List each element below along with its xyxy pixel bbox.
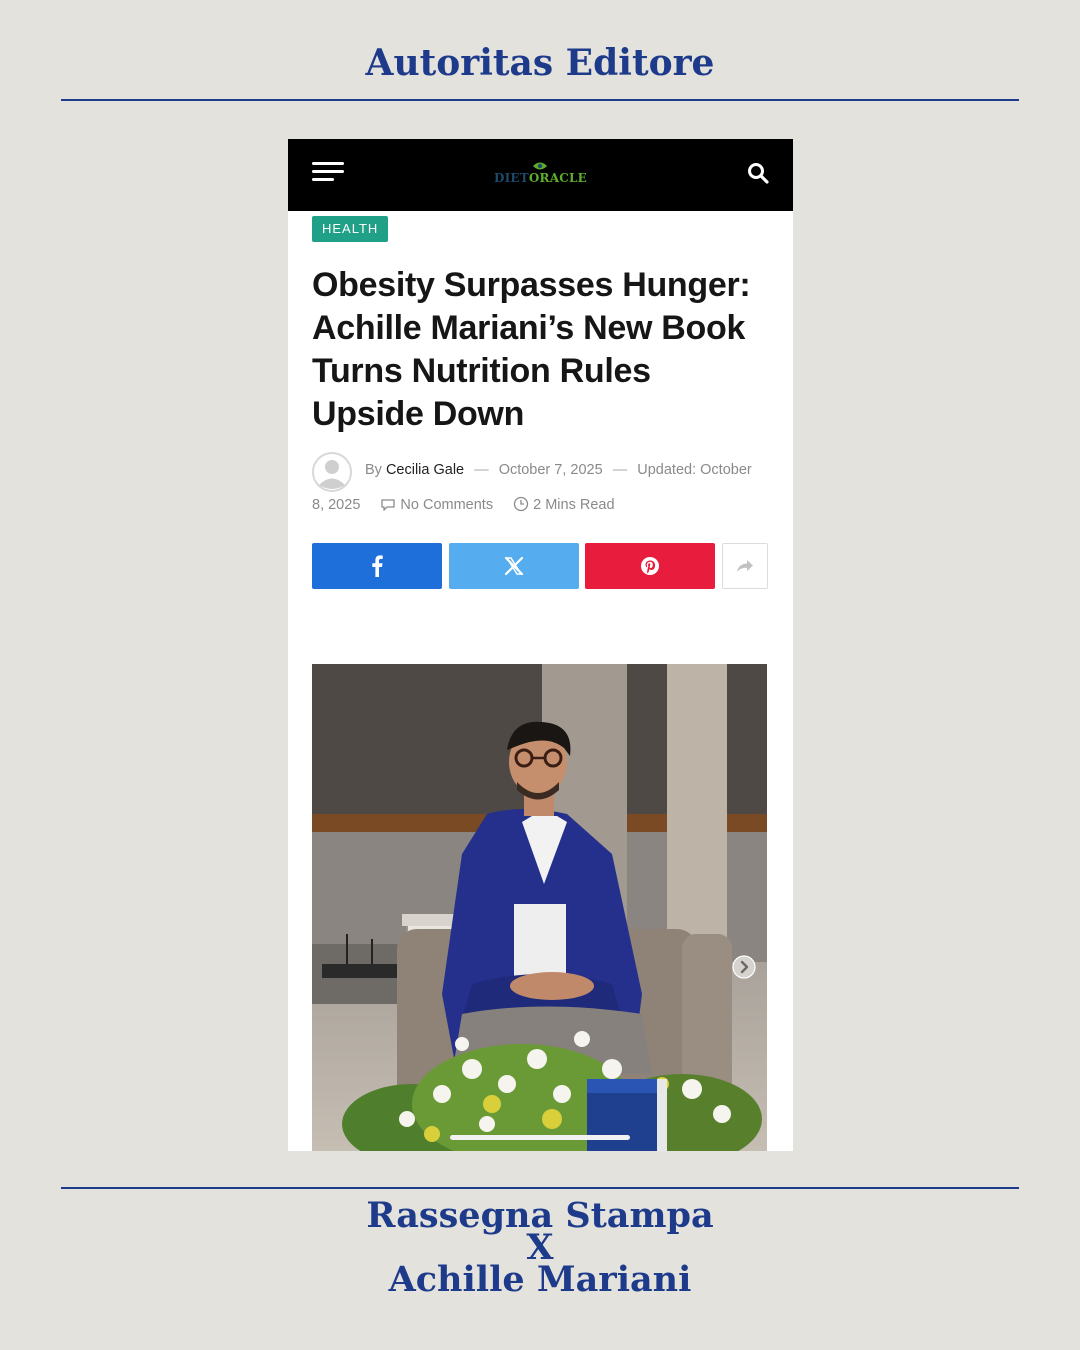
separator: — [474,462,489,478]
headline-line: Turns Nutrition Rules [312,352,651,390]
page-brand-title: Autoritas Editore [365,42,715,84]
updated-date-part2: 8, 2025 [312,497,361,513]
bottom-divider [61,1187,1019,1189]
byline: By Cecilia Gale — October 7, 2025 — Upda… [365,462,752,478]
published-date: October 7, 2025 [498,462,603,478]
site-logo[interactable]: DIETORACLE [488,161,593,191]
phone-screenshot: DIETORACLE HEALTH Obesity Surpasses Hung… [288,139,793,1151]
comments-link[interactable]: No Comments [380,497,493,513]
headline-line: Achille Mariani’s New Book [312,309,746,347]
pinterest-icon [641,557,659,575]
byline-secondary: 8, 2025 No Comments 2 Mins Read [312,496,631,513]
logo-text-oracle: ORACLE [528,171,587,185]
facebook-icon [372,555,383,577]
article-featured-image[interactable] [312,664,767,1151]
slider-next-icon[interactable] [732,955,756,979]
read-time-text: 2 Mins Read [533,497,615,513]
category-badge[interactable]: HEALTH [312,216,389,242]
x-icon [504,556,524,576]
footer-line: Achille Mariani [388,1259,692,1300]
share-x-button[interactable] [449,543,579,589]
search-icon[interactable] [746,161,770,185]
read-time: 2 Mins Read [513,496,615,513]
share-pinterest-button[interactable] [585,543,715,589]
article-headline: Obesity Surpasses Hunger: Achille Marian… [312,264,772,436]
footer-caption: Rassegna Stampa X Achille Mariani [0,1198,1080,1300]
site-header: DIETORACLE [288,139,793,211]
share-arrow-icon [737,560,753,572]
comment-icon [381,499,396,511]
updated-date-part1: October [700,462,752,478]
author-avatar[interactable] [312,452,352,492]
separator: — [612,462,628,478]
logo-text-diet: DIET [494,171,529,185]
headline-line: Obesity Surpasses Hunger: [312,266,751,304]
share-facebook-button[interactable] [312,543,442,589]
clock-icon [513,496,529,512]
headline-line: Upside Down [312,395,525,433]
eye-leaf-logo-icon [533,162,547,170]
byline-by-label: By [365,462,382,478]
hamburger-menu-icon[interactable] [312,162,344,182]
author-link[interactable]: Cecilia Gale [386,462,464,478]
share-more-button[interactable] [722,543,768,589]
updated-label: Updated: [637,462,697,478]
home-indicator [450,1135,630,1140]
comments-count: No Comments [400,497,494,513]
top-divider [61,99,1019,101]
